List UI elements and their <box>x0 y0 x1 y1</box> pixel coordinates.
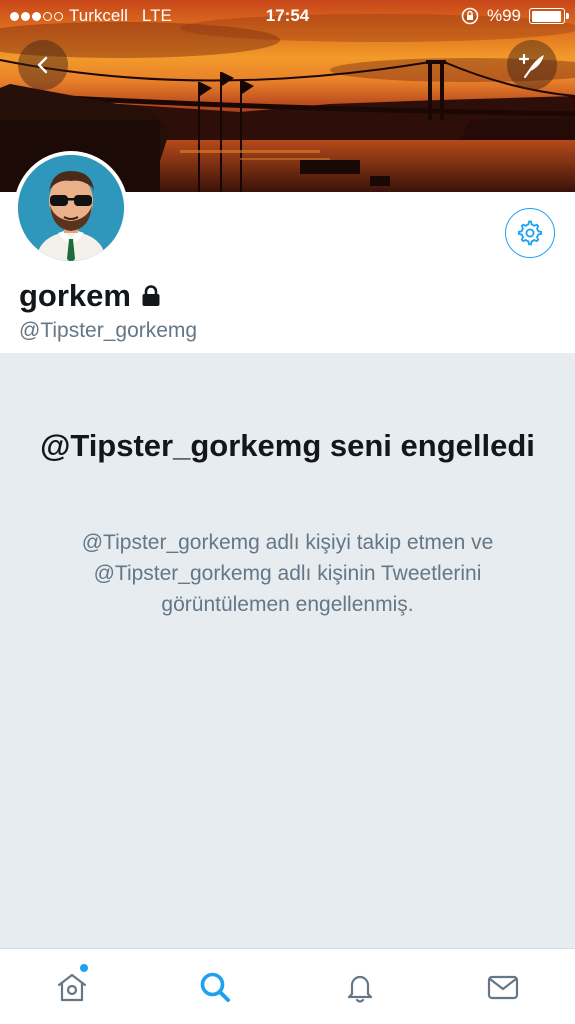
display-name-text: gorkem <box>19 278 131 313</box>
home-new-indicator <box>80 964 88 972</box>
profile-avatar[interactable] <box>14 151 128 265</box>
compose-tweet-icon <box>518 53 544 78</box>
bell-icon <box>347 975 373 1003</box>
tab-messages[interactable] <box>483 967 523 1007</box>
gear-icon <box>517 220 543 246</box>
profile-username: @Tipster_gorkemg <box>19 319 198 342</box>
rotation-lock-icon <box>461 7 479 25</box>
profile-display-name: gorkem <box>19 278 163 314</box>
lock-icon <box>142 285 160 306</box>
network-type: LTE <box>141 6 172 25</box>
chevron-left-icon <box>37 56 48 74</box>
tab-bar <box>0 948 575 1024</box>
avatar-image <box>18 155 124 261</box>
profile-settings-button[interactable] <box>505 208 555 258</box>
tab-notifications[interactable] <box>340 967 380 1007</box>
search-icon <box>200 972 230 1002</box>
blocked-title: @Tipster_gorkemg seni engelledi <box>40 428 535 463</box>
blocked-description: @Tipster_gorkemg adlı kişiyi takip etmen… <box>81 531 494 616</box>
battery-icon <box>529 8 569 24</box>
blocked-notice-panel: @Tipster_gorkemg seni engelledi @Tipster… <box>0 353 575 948</box>
tab-home[interactable] <box>52 967 92 1007</box>
signal-strength-icon <box>10 11 63 21</box>
compose-tweet-button[interactable] <box>507 40 557 90</box>
tab-search[interactable] <box>195 967 235 1007</box>
mail-icon <box>487 975 519 1000</box>
battery-percentage: %99 <box>486 6 521 25</box>
carrier-name: Turkcell <box>69 6 128 25</box>
home-icon <box>57 973 87 1002</box>
status-bar: Turkcell LTE 17:54 %99 <box>0 0 575 32</box>
back-button[interactable] <box>18 40 68 90</box>
